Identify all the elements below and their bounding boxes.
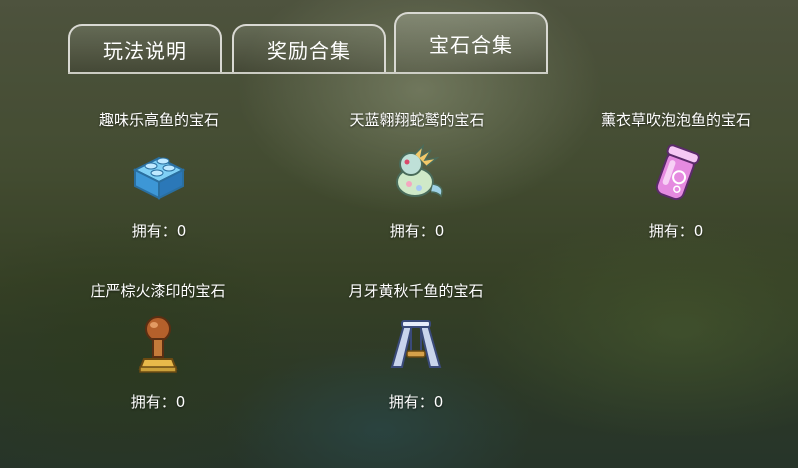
gem-card[interactable]: 薰衣草吹泡泡鱼的宝石 拥有：0 bbox=[576, 110, 776, 241]
wax-seal-stamp-icon bbox=[138, 316, 178, 373]
owned-count: 拥有：0 bbox=[130, 393, 186, 411]
gem-title: 薰衣草吹泡泡鱼的宝石 bbox=[600, 111, 751, 129]
owned-count: 拥有：0 bbox=[131, 222, 187, 240]
gem-card[interactable]: 月牙黄秋千鱼的宝石 拥有：0 bbox=[316, 281, 516, 412]
owned-count: 拥有：0 bbox=[389, 222, 445, 240]
gem-card[interactable]: 天蓝翱翔蛇鹫的宝石 拥有：0 bbox=[317, 110, 517, 241]
owned-count: 拥有：0 bbox=[648, 222, 704, 240]
owned-count: 拥有：0 bbox=[388, 393, 444, 411]
gem-card[interactable]: 趣味乐高鱼的宝石 拥有：0 bbox=[59, 110, 259, 241]
gem-title: 天蓝翱翔蛇鹫的宝石 bbox=[349, 111, 485, 129]
gem-card[interactable]: 庄严棕火漆印的宝石 拥有：0 bbox=[58, 281, 258, 412]
gem-grid: 趣味乐高鱼的宝石 拥有：0 天蓝翱翔蛇鹫的宝石 拥有：0 薰衣草吹泡泡鱼的宝石 bbox=[0, 0, 798, 468]
gem-title: 月牙黄秋千鱼的宝石 bbox=[348, 282, 484, 300]
gem-title: 趣味乐高鱼的宝石 bbox=[98, 111, 219, 129]
gem-title: 庄严棕火漆印的宝石 bbox=[90, 282, 226, 300]
dragon-bird-icon bbox=[396, 143, 443, 198]
bubble-jar-icon bbox=[655, 144, 700, 201]
blue-brick-icon bbox=[132, 156, 186, 200]
swing-icon bbox=[390, 320, 442, 368]
